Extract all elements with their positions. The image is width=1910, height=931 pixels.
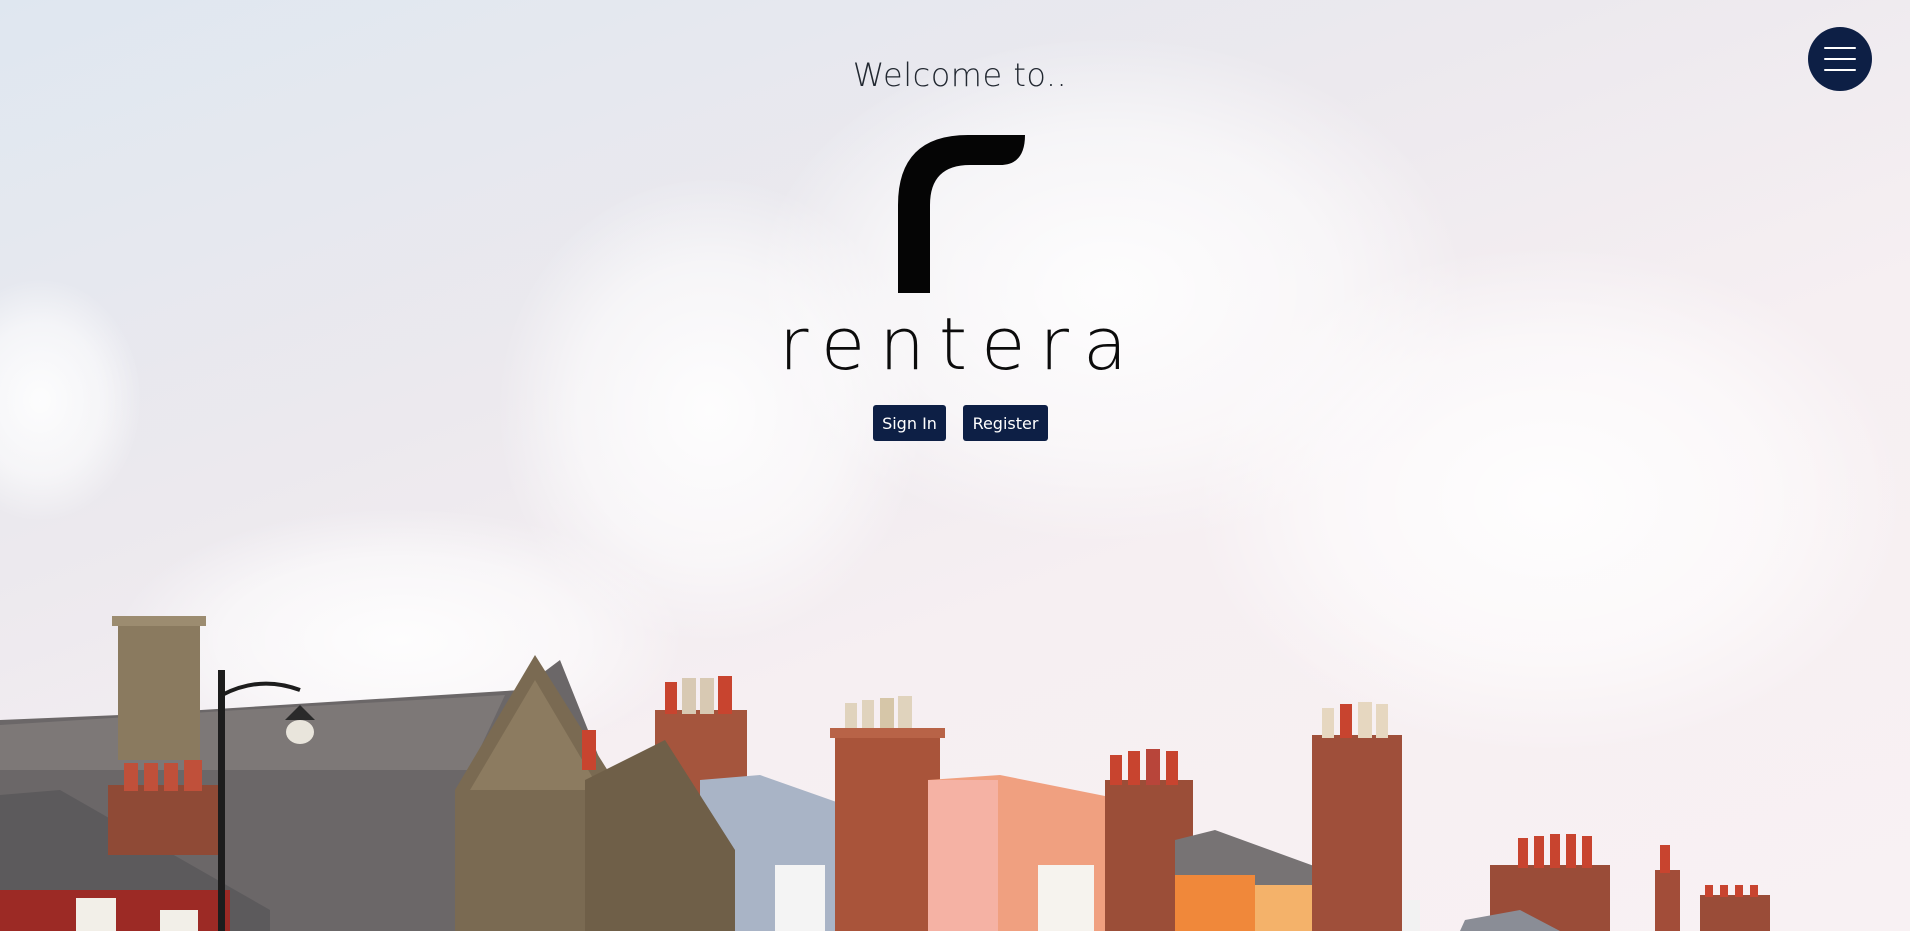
- register-button[interactable]: Register: [963, 405, 1048, 441]
- hamburger-menu-button[interactable]: [1808, 27, 1872, 91]
- rooftops-background-image: [0, 616, 1770, 931]
- rentera-logo-mark: [880, 135, 1030, 295]
- hamburger-menu-icon: [1824, 58, 1856, 60]
- landing-page: Welcome to.. rentera Sign In Register: [0, 0, 1910, 931]
- welcome-heading: Welcome to..: [852, 56, 1068, 94]
- auth-actions: Sign In Register: [873, 405, 1048, 441]
- sign-in-button[interactable]: Sign In: [873, 405, 946, 441]
- hamburger-menu-icon: [1824, 69, 1856, 71]
- brand-wordmark: rentera: [778, 302, 1142, 386]
- hamburger-menu-icon: [1824, 47, 1856, 49]
- logo-r-shape-icon: [898, 135, 1025, 293]
